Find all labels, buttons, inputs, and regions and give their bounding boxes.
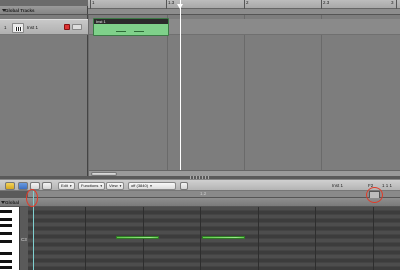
ruler-bar-mark [396, 0, 397, 9]
region-note-preview [134, 31, 144, 32]
midi-in-icon[interactable] [18, 182, 28, 190]
grid-line [258, 207, 259, 270]
ruler-bar-number: 2 [246, 0, 249, 5]
ruler-bar-mark [166, 0, 167, 9]
view-menu-label: View [109, 183, 118, 188]
piano-roll-ruler[interactable]: 1.2 [28, 191, 400, 198]
midi-note[interactable] [116, 236, 159, 239]
region-note-preview [116, 31, 126, 32]
piano-keyboard[interactable] [0, 207, 20, 270]
ruler-bar-number: 3 [391, 0, 394, 5]
quantize-select[interactable]: off (3840) ▾ [128, 182, 176, 190]
black-key[interactable] [0, 252, 12, 255]
global-label: Global [5, 200, 20, 205]
ruler-bar-mark [244, 0, 245, 9]
keyboard-instrument-icon [12, 23, 24, 33]
horizontal-scrollbar[interactable] [89, 170, 400, 176]
ruler-bar-number: 2.3 [323, 0, 330, 5]
functions-menu-label: Functions [81, 183, 99, 188]
midi-region[interactable]: Inst 1 [93, 18, 169, 36]
global-tracks-label: Global Tracks [5, 8, 35, 13]
ruler-bar-number: 1 [92, 0, 95, 5]
edit-menu[interactable]: Edit ▾ [58, 182, 75, 190]
grid-line [315, 207, 316, 270]
grid-line [200, 207, 201, 270]
grid-line [167, 15, 168, 176]
editor-toolbar: Edit ▾ Functions ▾ View ▾ off (3840) ▾ Inst … [0, 179, 400, 191]
global-tracks-toggle[interactable]: Global Tracks [0, 6, 88, 15]
ruler-bar-mark [321, 0, 322, 9]
piano-roll-grid[interactable] [28, 207, 400, 270]
edit-menu-label: Edit [61, 183, 68, 188]
link-icon[interactable] [5, 182, 15, 190]
logic-window: Global Tracks 1 1.3 2 2.3 3 1 Inst 1 Ins… [0, 0, 400, 270]
chevron-down-icon: ▾ [100, 184, 103, 188]
grid-line [85, 207, 86, 270]
track-list: 1 Inst 1 [0, 15, 88, 176]
ruler-bar-mark [90, 0, 91, 9]
black-key[interactable] [0, 210, 12, 213]
mute-button[interactable] [64, 24, 70, 30]
track-header[interactable]: 1 Inst 1 [0, 19, 88, 35]
black-key[interactable] [0, 218, 12, 221]
tracks-area[interactable]: Inst 1 [89, 15, 400, 176]
grid-line [373, 207, 374, 270]
bar-ruler[interactable]: 1 1.3 2 2.3 3 [88, 0, 400, 9]
octave-label: C3 [21, 237, 27, 242]
region-title: Inst 1 [94, 19, 168, 24]
quantize-value: off (3840) [131, 183, 149, 188]
black-key[interactable] [0, 266, 12, 269]
black-key[interactable] [0, 240, 12, 243]
midi-note[interactable] [202, 236, 245, 239]
black-key[interactable] [0, 260, 12, 263]
chevron-down-icon: ▾ [150, 184, 152, 188]
scrollbar-thumb[interactable] [91, 172, 117, 176]
view-menu[interactable]: View ▾ [106, 182, 125, 190]
quantize-apply-button[interactable] [180, 182, 188, 190]
arrange-area: Global Tracks 1 1.3 2 2.3 3 1 Inst 1 Ins… [0, 0, 400, 176]
piano-roll-global-tracks[interactable]: Global [0, 198, 400, 207]
track-name[interactable]: Inst 1 [27, 25, 38, 30]
grid-line [244, 15, 245, 176]
chevron-down-icon: ▾ [119, 184, 122, 188]
grid-line [321, 15, 322, 176]
track-number: 1 [4, 25, 7, 30]
ruler-bar-number: 1.3 [168, 0, 175, 5]
playhead[interactable] [180, 0, 181, 176]
black-key[interactable] [0, 224, 12, 227]
ruler-position-label: 1.2 [200, 191, 207, 196]
chevron-down-icon: ▾ [69, 184, 72, 188]
annotation-circle [366, 187, 383, 203]
catch-icon[interactable] [42, 182, 52, 190]
record-enable-button[interactable] [72, 24, 82, 30]
editor-region-name: Inst 1 [332, 183, 344, 188]
position-readout: 1 1 1 [382, 183, 393, 188]
annotation-circle [26, 189, 38, 207]
functions-menu[interactable]: Functions ▾ [78, 182, 106, 190]
black-key[interactable] [0, 232, 12, 235]
